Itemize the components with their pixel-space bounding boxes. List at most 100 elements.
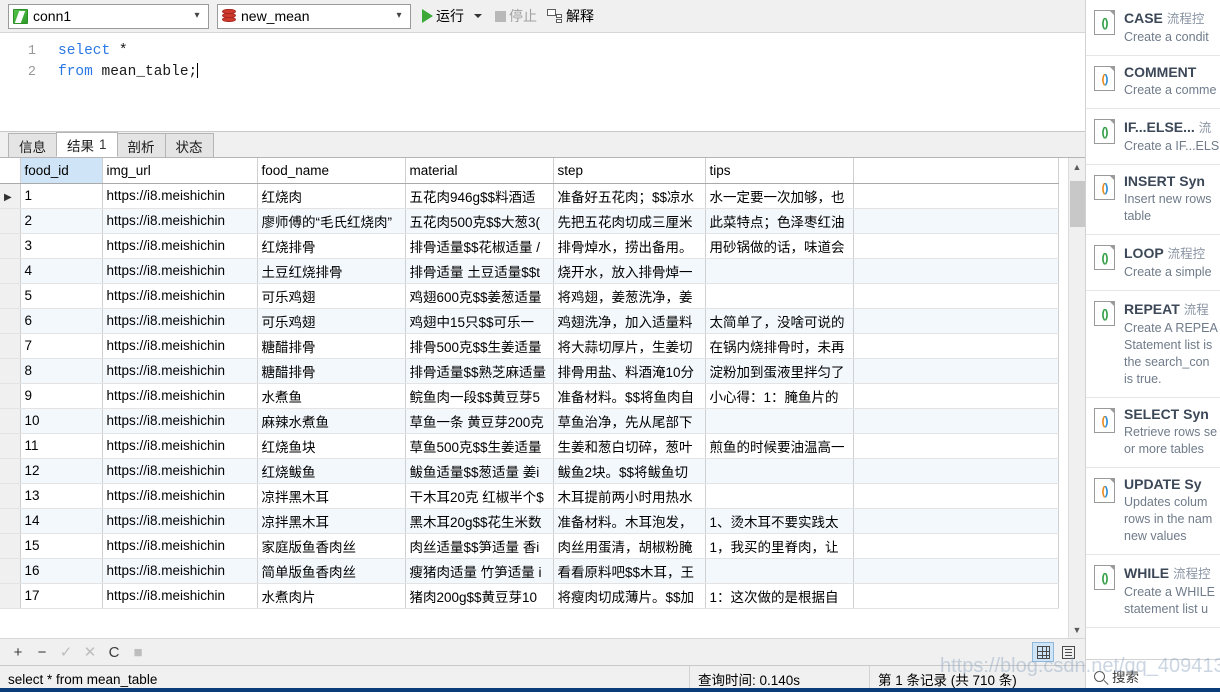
cell-img-url[interactable]: https://i8.meishichin <box>102 433 258 459</box>
row-marker[interactable] <box>0 433 21 459</box>
tab-profile[interactable]: 剖析 <box>116 133 166 157</box>
cell-img-url[interactable]: https://i8.meishichin <box>102 183 258 209</box>
cell-tips[interactable]: 1、烫木耳不要实践太 <box>705 508 854 534</box>
refresh-icon[interactable]: C <box>102 644 126 661</box>
list-item[interactable]: () IF...ELSE... 流 Create a IF...ELS <box>1086 109 1220 165</box>
cell-food-id[interactable]: 8 <box>20 358 103 384</box>
cell-material[interactable]: 干木耳20克 红椒半个$ <box>405 483 554 509</box>
cell-step[interactable]: 鲅鱼2块。$$将鲅鱼切 <box>553 458 706 484</box>
cell-food-name[interactable]: 家庭版鱼香肉丝 <box>257 533 406 559</box>
explain-button[interactable]: 解释 <box>544 3 597 29</box>
cell-tips[interactable]: 太简单了，没啥可说的 <box>705 308 854 334</box>
cell-img-url[interactable]: https://i8.meishichin <box>102 458 258 484</box>
scrollbar-track[interactable] <box>1069 175 1086 621</box>
table-row[interactable]: 7 https://i8.meishichin 糖醋排骨 排骨500克$$生姜适… <box>0 333 1059 359</box>
cell-tips[interactable] <box>705 283 854 309</box>
cell-material[interactable]: 排骨500克$$生姜适量 <box>405 333 554 359</box>
cell-food-name[interactable]: 糖醋排骨 <box>257 333 406 359</box>
cell-img-url[interactable]: https://i8.meishichin <box>102 258 258 284</box>
list-item[interactable]: () SELECT Syn Retrieve rows se or more t… <box>1086 398 1220 468</box>
table-row[interactable]: 10 https://i8.meishichin 麻辣水煮鱼 草鱼一条 黄豆芽2… <box>0 408 1059 434</box>
cell-tips[interactable]: 用砂锅做的话，味道会 <box>705 233 854 259</box>
table-row[interactable]: 5 https://i8.meishichin 可乐鸡翅 鸡翅600克$$姜葱适… <box>0 283 1059 309</box>
cell-img-url[interactable]: https://i8.meishichin <box>102 283 258 309</box>
cell-tips[interactable]: 小心得：1：腌鱼片的 <box>705 383 854 409</box>
list-item[interactable]: () WHILE 流程控 Create a WHILE statement lis… <box>1086 555 1220 628</box>
table-row[interactable]: 2 https://i8.meishichin 廖师傅的“毛氏红烧肉” 五花肉5… <box>0 208 1059 234</box>
cell-food-id[interactable]: 10 <box>20 408 103 434</box>
chevron-down-icon[interactable]: ▾ <box>188 11 206 21</box>
stop-icon[interactable]: ■ <box>126 644 150 661</box>
cell-img-url[interactable]: https://i8.meishichin <box>102 358 258 384</box>
cell-food-name[interactable]: 红烧肉 <box>257 183 406 209</box>
cell-food-id[interactable]: 12 <box>20 458 103 484</box>
cell-material[interactable]: 鲅鱼适量$$葱适量 姜i <box>405 458 554 484</box>
tab-info[interactable]: 信息 <box>8 133 57 157</box>
cell-tips[interactable]: 煎鱼的时候要油温高一 <box>705 433 854 459</box>
run-button[interactable]: 运行 <box>419 3 467 29</box>
row-marker[interactable] <box>0 283 21 309</box>
result-grid[interactable]: food_id img_url food_name material step … <box>0 158 1059 609</box>
snippets-list[interactable]: () CASE 流程控 Create a condit () COMMENT Cr… <box>1086 0 1220 659</box>
stop-button[interactable]: 停止 <box>492 3 540 29</box>
cell-material[interactable]: 五花肉500克$$大葱3( <box>405 208 554 234</box>
delete-row-icon[interactable]: − <box>30 644 54 661</box>
row-marker[interactable] <box>0 333 21 359</box>
cell-food-id[interactable]: 1 <box>20 183 103 209</box>
cell-img-url[interactable]: https://i8.meishichin <box>102 583 258 609</box>
table-row[interactable]: 6 https://i8.meishichin 可乐鸡翅 鸡翅中15只$$可乐一… <box>0 308 1059 334</box>
cell-tips[interactable] <box>705 483 854 509</box>
cell-step[interactable]: 草鱼治净，先从尾部下 <box>553 408 706 434</box>
cell-material[interactable]: 草鱼一条 黄豆芽200克 <box>405 408 554 434</box>
cell-step[interactable]: 烧开水，放入排骨焯一 <box>553 258 706 284</box>
grid-vertical-scrollbar[interactable]: ▲ ▼ <box>1068 158 1085 638</box>
cell-material[interactable]: 排骨适量 土豆适量$$t <box>405 258 554 284</box>
cell-tips[interactable] <box>705 408 854 434</box>
list-item[interactable]: () CASE 流程控 Create a condit <box>1086 0 1220 56</box>
cell-food-name[interactable]: 可乐鸡翅 <box>257 283 406 309</box>
list-item[interactable]: () LOOP 流程控 Create a simple <box>1086 235 1220 291</box>
cell-food-id[interactable]: 7 <box>20 333 103 359</box>
run-options-caret-icon[interactable] <box>474 14 482 18</box>
cell-food-name[interactable]: 简单版鱼香肉丝 <box>257 558 406 584</box>
cell-step[interactable]: 准备材料。$$将鱼肉自 <box>553 383 706 409</box>
cell-food-id[interactable]: 11 <box>20 433 103 459</box>
row-marker[interactable] <box>0 233 21 259</box>
cell-material[interactable]: 鸡翅中15只$$可乐一 <box>405 308 554 334</box>
cell-food-name[interactable]: 可乐鸡翅 <box>257 308 406 334</box>
table-row[interactable]: 12 https://i8.meishichin 红烧鲅鱼 鲅鱼适量$$葱适量 … <box>0 458 1059 484</box>
cell-food-name[interactable]: 红烧鲅鱼 <box>257 458 406 484</box>
table-row[interactable]: 13 https://i8.meishichin 凉拌黑木耳 干木耳20克 红椒… <box>0 483 1059 509</box>
cell-material[interactable]: 瘦猪肉适量 竹笋适量 i <box>405 558 554 584</box>
cell-food-name[interactable]: 廖师傅的“毛氏红烧肉” <box>257 208 406 234</box>
cell-material[interactable]: 五花肉946g$$料酒适 <box>405 183 554 209</box>
cell-food-id[interactable]: 14 <box>20 508 103 534</box>
row-marker[interactable] <box>0 308 21 334</box>
add-row-icon[interactable]: + <box>6 644 30 661</box>
row-marker[interactable] <box>0 558 21 584</box>
column-header-step[interactable]: step <box>553 158 706 184</box>
column-header-food-id[interactable]: food_id <box>20 158 103 184</box>
row-marker[interactable] <box>0 358 21 384</box>
cell-food-id[interactable]: 4 <box>20 258 103 284</box>
cell-tips[interactable]: 在锅内烧排骨时，未再 <box>705 333 854 359</box>
cell-food-id[interactable]: 15 <box>20 533 103 559</box>
cell-img-url[interactable]: https://i8.meishichin <box>102 408 258 434</box>
cell-step[interactable]: 先把五花肉切成三厘米 <box>553 208 706 234</box>
cell-food-id[interactable]: 17 <box>20 583 103 609</box>
table-row[interactable]: 15 https://i8.meishichin 家庭版鱼香肉丝 肉丝适量$$笋… <box>0 533 1059 559</box>
row-marker[interactable] <box>0 258 21 284</box>
cell-img-url[interactable]: https://i8.meishichin <box>102 208 258 234</box>
chevron-down-icon[interactable]: ▾ <box>390 11 408 21</box>
cell-step[interactable]: 生姜和葱白切碎，葱叶 <box>553 433 706 459</box>
cell-food-name[interactable]: 水煮肉片 <box>257 583 406 609</box>
table-row[interactable]: 17 https://i8.meishichin 水煮肉片 猪肉200g$$黄豆… <box>0 583 1059 609</box>
table-row[interactable]: 11 https://i8.meishichin 红烧鱼块 草鱼500克$$生姜… <box>0 433 1059 459</box>
cell-tips[interactable] <box>705 458 854 484</box>
cell-food-name[interactable]: 凉拌黑木耳 <box>257 483 406 509</box>
table-row[interactable]: 14 https://i8.meishichin 凉拌黑木耳 黑木耳20g$$花… <box>0 508 1059 534</box>
cell-material[interactable]: 排骨适量$$熟芝麻适量 <box>405 358 554 384</box>
scrollbar-thumb[interactable] <box>1069 181 1085 227</box>
cell-img-url[interactable]: https://i8.meishichin <box>102 533 258 559</box>
cell-img-url[interactable]: https://i8.meishichin <box>102 483 258 509</box>
